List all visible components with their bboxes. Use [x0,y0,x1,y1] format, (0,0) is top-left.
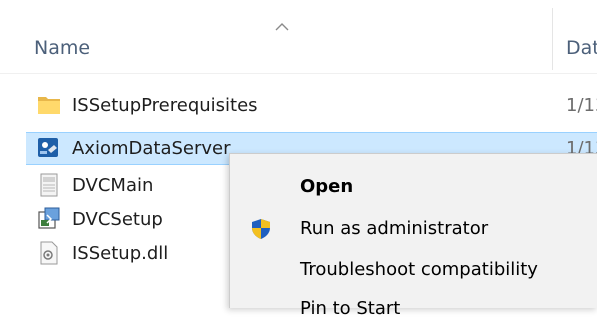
file-explorer-window: Name Date ISSetupPrerequisites 1/13 Axio… [0,0,597,319]
file-name: DVCMain [72,175,154,196]
application-icon [38,138,58,157]
context-menu: Open Run as administrator Troubleshoot c… [229,153,597,319]
menu-item-label: Troubleshoot compatibility [300,259,538,280]
menu-item-pin-to-start[interactable]: Pin to Start [230,289,597,329]
column-header-name[interactable]: Name [34,36,90,60]
file-name: ISSetup.dll [72,243,169,264]
document-icon [40,173,58,197]
menu-item-troubleshoot-compatibility[interactable]: Troubleshoot compatibility [230,250,597,290]
file-name: AxiomDataServer [72,138,231,159]
column-header-date[interactable]: Date [566,36,597,60]
dll-file-icon [40,241,58,265]
uac-shield-icon [252,219,270,239]
column-header-bar: Name Date [0,0,597,76]
menu-item-label: Open [300,176,354,197]
menu-item-label: Run as administrator [300,218,489,239]
menu-item-run-as-administrator[interactable]: Run as administrator [230,209,597,249]
file-row-issetupprerequisites[interactable]: ISSetupPrerequisites 1/13 [26,89,597,122]
file-date: 1/13 [566,95,597,116]
file-name: ISSetupPrerequisites [72,95,258,116]
file-name: DVCSetup [72,209,163,230]
sort-ascending-icon[interactable] [275,22,289,32]
header-separator [0,73,597,74]
folder-icon [38,97,60,114]
menu-item-label: Pin to Start [300,298,401,319]
column-divider[interactable] [552,8,553,70]
setup-installer-icon [38,207,60,229]
menu-item-open[interactable]: Open [230,167,597,207]
